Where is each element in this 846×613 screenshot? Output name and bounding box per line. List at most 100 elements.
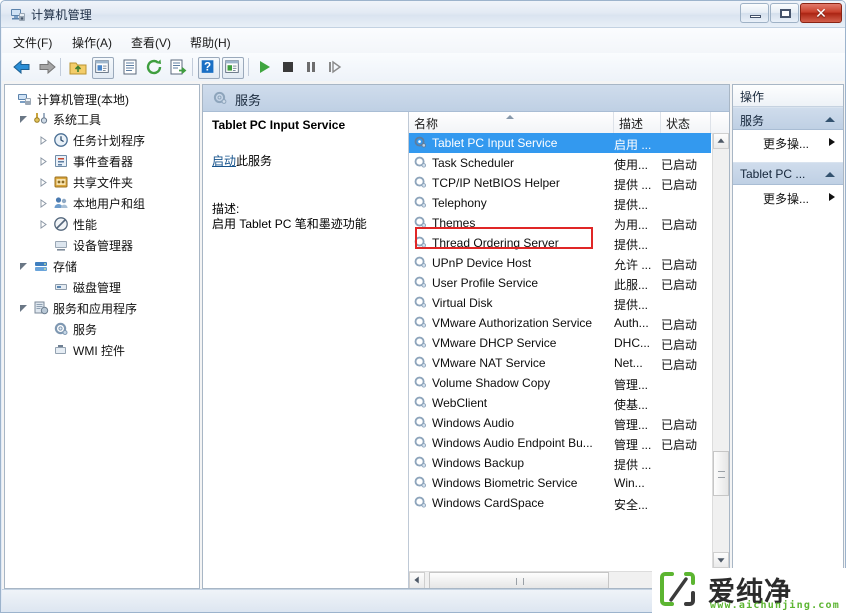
menu-help[interactable]: 帮助(H) xyxy=(185,32,236,53)
action-label: 更多操... xyxy=(763,135,809,152)
table-row[interactable]: TCP/IP NetBIOS Helper 提供 ... 已启动 xyxy=(409,173,711,193)
service-gear-icon xyxy=(413,435,428,450)
pane-title: 服务 xyxy=(235,90,261,109)
column-header-name[interactable]: 名称 xyxy=(409,112,614,133)
table-row[interactable]: Telephony 提供... xyxy=(409,193,711,213)
horizontal-scroll-thumb[interactable] xyxy=(429,572,609,589)
service-status: 已启动 xyxy=(661,316,697,333)
table-row[interactable]: Virtual Disk 提供... xyxy=(409,293,711,313)
tree-item-disk-management[interactable]: 磁盘管理 xyxy=(5,277,200,297)
list-vertical-scrollbar[interactable] xyxy=(712,133,729,568)
table-row[interactable]: Windows Backup 提供 ... xyxy=(409,453,711,473)
show-properties-icon[interactable] xyxy=(92,57,114,79)
table-row[interactable]: VMware Authorization Service Auth... 已启动 xyxy=(409,313,711,333)
tree-item-shared-folders[interactable]: 共享文件夹 xyxy=(5,172,200,192)
table-row[interactable]: WebClient 使基... xyxy=(409,393,711,413)
scroll-down-arrow-icon[interactable] xyxy=(713,552,729,568)
table-row[interactable]: Thread Ordering Server 提供... xyxy=(409,233,711,253)
tree-item-system-tools[interactable]: 系统工具 xyxy=(5,109,200,129)
table-row[interactable]: Themes 为用... 已启动 xyxy=(409,213,711,233)
table-row[interactable]: UPnP Device Host 允许 ... 已启动 xyxy=(409,253,711,273)
service-description: 管理... xyxy=(614,416,648,433)
table-row[interactable]: Windows Audio Endpoint Bu... 管理 ... 已启动 xyxy=(409,433,711,453)
table-row[interactable]: Task Scheduler 使用... 已启动 xyxy=(409,153,711,173)
up-folder-icon[interactable] xyxy=(68,57,88,77)
chevron-up-icon[interactable] xyxy=(825,117,835,122)
back-icon[interactable] xyxy=(12,57,32,77)
column-header-description[interactable]: 描述 xyxy=(614,112,661,133)
maximize-button[interactable] xyxy=(770,3,799,23)
action-more-actions-services[interactable]: 更多操... xyxy=(733,131,843,153)
refresh-icon[interactable] xyxy=(144,57,164,77)
action-more-actions-tabletpc[interactable]: 更多操... xyxy=(733,186,843,208)
actions-group-header-services[interactable]: 服务 xyxy=(733,107,843,130)
minimize-button[interactable] xyxy=(740,3,769,23)
help-icon[interactable]: ? xyxy=(198,57,220,79)
performance-icon xyxy=(53,216,69,232)
service-description: Auth... xyxy=(614,316,649,330)
tree-item-task-scheduler[interactable]: 任务计划程序 xyxy=(5,130,200,150)
menu-action[interactable]: 操作(A) xyxy=(67,32,117,53)
services-rows: Tablet PC Input Service 启用 ... Task Sche… xyxy=(409,133,711,568)
close-button[interactable]: ✕ xyxy=(800,3,842,23)
start-service-icon[interactable] xyxy=(254,57,274,77)
restart-service-icon[interactable] xyxy=(324,57,344,77)
expander-collapsed-icon[interactable] xyxy=(39,178,48,187)
table-row[interactable]: Windows Audio 管理... 已启动 xyxy=(409,413,711,433)
tree-item-wmi-control[interactable]: WMI 控件 xyxy=(5,340,200,360)
table-row[interactable]: VMware NAT Service Net... 已启动 xyxy=(409,353,711,373)
tree-label: 设备管理器 xyxy=(73,237,133,254)
service-gear-icon xyxy=(413,395,428,410)
list-view-icon[interactable] xyxy=(120,57,140,77)
vertical-scroll-thumb[interactable] xyxy=(713,451,729,496)
pane-header: 服务 xyxy=(203,85,729,112)
tree-item-device-manager[interactable]: 设备管理器 xyxy=(5,235,200,255)
chevron-right-icon[interactable] xyxy=(829,138,835,146)
column-header-status[interactable]: 状态 xyxy=(661,112,711,133)
service-name: VMware NAT Service xyxy=(432,356,546,370)
tree-item-storage[interactable]: 存储 xyxy=(5,256,200,276)
tree-item-computer-management[interactable]: 计算机管理(本地) xyxy=(5,89,200,109)
service-gear-icon xyxy=(413,375,428,390)
svg-text:?: ? xyxy=(204,61,211,74)
event-viewer-icon xyxy=(53,153,69,169)
work-area: 计算机管理(本地) 系统工具 任务计划程序 xyxy=(2,81,846,613)
tree-item-event-viewer[interactable]: 事件查看器 xyxy=(5,151,200,171)
start-service-link[interactable]: 启动 xyxy=(212,154,236,168)
table-row[interactable]: Windows Biometric Service Win... xyxy=(409,473,711,493)
export-list-icon[interactable] xyxy=(168,57,188,77)
chevron-up-icon[interactable] xyxy=(825,172,835,177)
table-row[interactable]: Volume Shadow Copy 管理... xyxy=(409,373,711,393)
pause-service-icon[interactable] xyxy=(301,57,321,77)
scroll-left-arrow-icon[interactable] xyxy=(409,572,425,589)
computer-icon xyxy=(17,91,33,107)
storage-icon xyxy=(33,258,49,274)
chevron-right-icon[interactable] xyxy=(829,193,835,201)
table-row[interactable]: VMware DHCP Service DHC... 已启动 xyxy=(409,333,711,353)
expander-expanded-icon[interactable] xyxy=(19,304,28,313)
expander-expanded-icon[interactable] xyxy=(19,115,28,124)
expander-collapsed-icon[interactable] xyxy=(39,199,48,208)
service-name: Windows CardSpace xyxy=(432,496,544,510)
table-row[interactable]: User Profile Service 此服... 已启动 xyxy=(409,273,711,293)
service-description: 提供... xyxy=(614,296,648,313)
tree-item-services[interactable]: 服务 xyxy=(5,319,200,339)
tree-item-local-users-groups[interactable]: 本地用户和组 xyxy=(5,193,200,213)
service-gear-icon xyxy=(413,235,428,250)
forward-icon[interactable] xyxy=(37,57,57,77)
show-action-pane-icon[interactable] xyxy=(222,57,244,79)
expander-collapsed-icon[interactable] xyxy=(39,136,48,145)
wmi-icon xyxy=(53,342,69,358)
stop-service-icon[interactable] xyxy=(278,57,298,77)
expander-collapsed-icon[interactable] xyxy=(39,157,48,166)
actions-group-header-tabletpc[interactable]: Tablet PC ... xyxy=(733,162,843,185)
expander-expanded-icon[interactable] xyxy=(19,262,28,271)
expander-collapsed-icon[interactable] xyxy=(39,220,48,229)
menu-view[interactable]: 查看(V) xyxy=(126,32,176,53)
tree-item-services-and-applications[interactable]: 服务和应用程序 xyxy=(5,298,200,318)
menu-file[interactable]: 文件(F) xyxy=(8,32,57,53)
table-row[interactable]: Tablet PC Input Service 启用 ... xyxy=(409,133,711,153)
tree-item-performance[interactable]: 性能 xyxy=(5,214,200,234)
table-row[interactable]: Windows CardSpace 安全... xyxy=(409,493,711,513)
scroll-up-arrow-icon[interactable] xyxy=(713,133,729,149)
